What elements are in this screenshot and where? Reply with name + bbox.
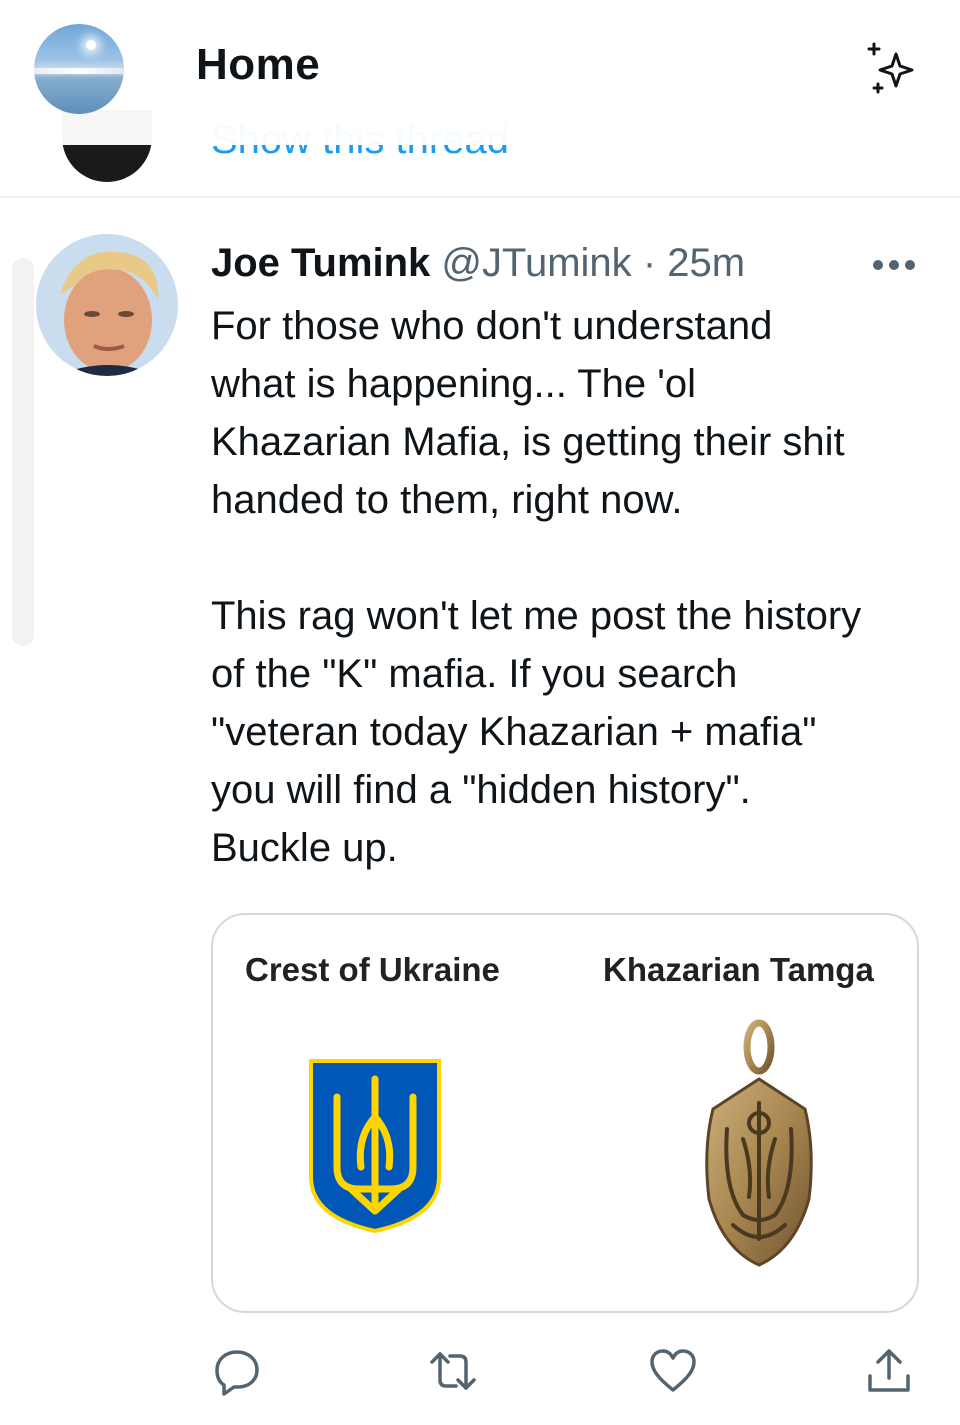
tweet-text: For those who don't understand what is h… (211, 297, 931, 877)
reply-icon[interactable] (212, 1346, 262, 1396)
author-avatar[interactable] (36, 234, 178, 376)
profile-avatar-button[interactable] (34, 24, 124, 114)
author-name[interactable]: Joe Tumink (211, 241, 430, 285)
page-title: Home (196, 40, 321, 89)
tweet-paragraph: For those who don't understand what is h… (211, 304, 845, 522)
like-icon[interactable] (648, 1346, 698, 1396)
share-icon[interactable] (864, 1346, 914, 1396)
sparkle-icon[interactable] (864, 40, 924, 100)
tweet-timestamp[interactable]: 25m (667, 241, 745, 285)
tweet-divider (0, 196, 960, 198)
author-handle[interactable]: @JTumink (441, 241, 631, 285)
tweet-paragraph: This rag won't let me post the history o… (211, 594, 862, 870)
ukraine-crest-image (309, 1059, 441, 1233)
tweet-media[interactable]: Crest of Ukraine Khazarian Tamga (211, 913, 919, 1313)
retweet-icon[interactable] (428, 1346, 478, 1396)
more-options-icon[interactable] (872, 258, 916, 272)
khazarian-tamga-image (705, 1019, 813, 1267)
tweet-author-row: Joe Tumink @JTumink · 25m (211, 238, 745, 288)
scrollbar[interactable] (12, 258, 34, 646)
media-caption-right: Khazarian Tamga (603, 951, 874, 988)
separator-dot: · (642, 241, 657, 285)
top-header: Home (0, 0, 960, 145)
media-caption-left: Crest of Ukraine (245, 951, 500, 988)
